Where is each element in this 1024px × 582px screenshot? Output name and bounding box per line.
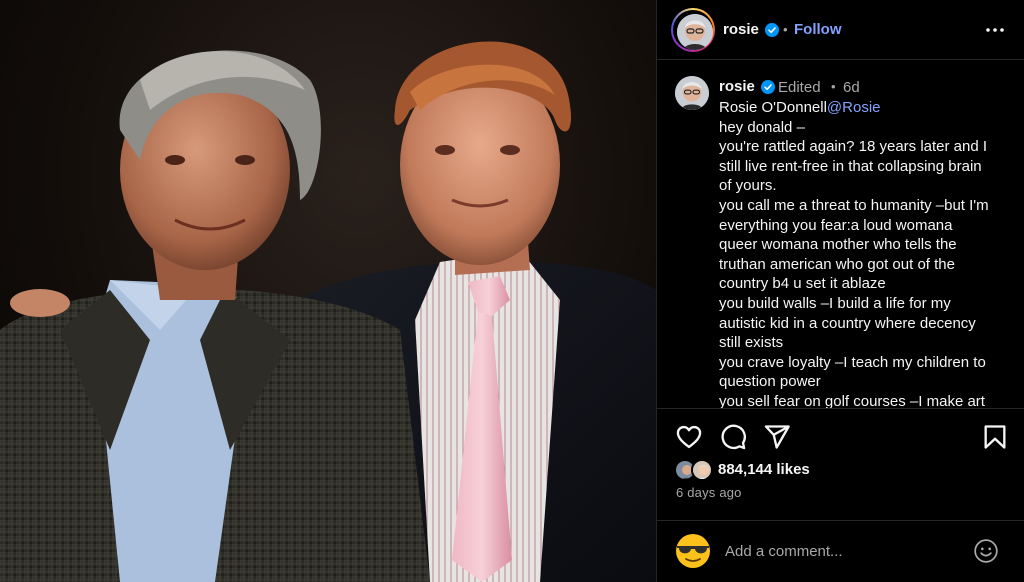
caption-timestamp[interactable]: 6d <box>843 79 860 96</box>
avatar-photo <box>675 76 709 110</box>
verified-badge-icon <box>761 80 775 94</box>
more-horizontal-icon[interactable] <box>983 18 1007 42</box>
caption-line: queer womana mother who tells the <box>719 236 957 254</box>
smiley-icon[interactable] <box>973 538 999 564</box>
caption-username[interactable]: rosie <box>719 78 755 95</box>
verified-badge-icon <box>765 23 779 37</box>
caption-line: question power <box>719 373 821 391</box>
sunglasses-emoji-icon[interactable] <box>673 531 713 571</box>
caption-line: hey donald – <box>719 118 805 136</box>
caption-line: still exists <box>719 334 784 352</box>
post-photo[interactable] <box>0 0 656 582</box>
caption-line: of yours. <box>719 177 777 195</box>
caption-author-name: Rosie O'Donnell <box>719 99 827 116</box>
edited-label: Edited <box>778 79 821 96</box>
likes-count[interactable]: 884,144 likes <box>718 461 810 478</box>
caption-text: Rosie O'Donnell@Rosie hey donald – you'r… <box>719 98 1015 408</box>
action-bar: 884,144 likes 6 days ago <box>657 408 1024 520</box>
post-date[interactable]: 6 days ago <box>676 485 742 500</box>
caption-line: country b4 u set it ablaze <box>719 275 886 293</box>
caption-line: you call me a threat to humanity –but I'… <box>719 196 989 214</box>
bookmark-icon[interactable] <box>981 423 1009 451</box>
header-separator: • <box>783 22 788 37</box>
caption-line: you're rattled again? 18 years later and… <box>719 138 988 156</box>
caption-line: autistic kid in a country where decency <box>719 314 976 332</box>
caption-line: Rosie O'Donnell@Rosie <box>719 98 1015 118</box>
caption-line: still live rent-free in that collapsing … <box>719 157 982 175</box>
follow-button[interactable]: Follow <box>794 21 842 38</box>
story-ring[interactable] <box>671 8 715 52</box>
caption-line: you crave loyalty –I teach my children t… <box>719 353 986 371</box>
heart-icon[interactable] <box>675 423 703 451</box>
header-avatar[interactable] <box>677 14 713 50</box>
caption-line: you sell fear on golf courses –I make ar… <box>719 392 985 408</box>
liker-avatar[interactable] <box>691 459 713 481</box>
caption-line: truthan american who got out of the <box>719 255 955 273</box>
mention-link[interactable]: @Rosie <box>827 99 881 116</box>
caption-line: you build walls –I build a life for my <box>719 294 951 312</box>
avatar-photo <box>677 14 713 50</box>
paper-plane-icon[interactable] <box>763 423 791 451</box>
header-username[interactable]: rosie <box>723 21 759 38</box>
post-header: rosie • Follow <box>657 0 1024 60</box>
comment-composer <box>657 520 1024 582</box>
comment-bubble-icon[interactable] <box>719 423 747 451</box>
comment-input[interactable] <box>725 541 965 561</box>
caption-avatar[interactable] <box>675 76 709 110</box>
liker-avatar-photo <box>693 461 711 479</box>
caption-separator: • <box>831 79 836 94</box>
caption-line: everything you fear:a loud womana <box>719 216 953 234</box>
post-details-panel: rosie • Follow rosie Edited • 6d Rosie O… <box>656 0 1024 582</box>
post-photo-illustration <box>0 41 656 582</box>
caption-section[interactable]: rosie Edited • 6d Rosie O'Donnell@Rosie … <box>657 60 1024 408</box>
